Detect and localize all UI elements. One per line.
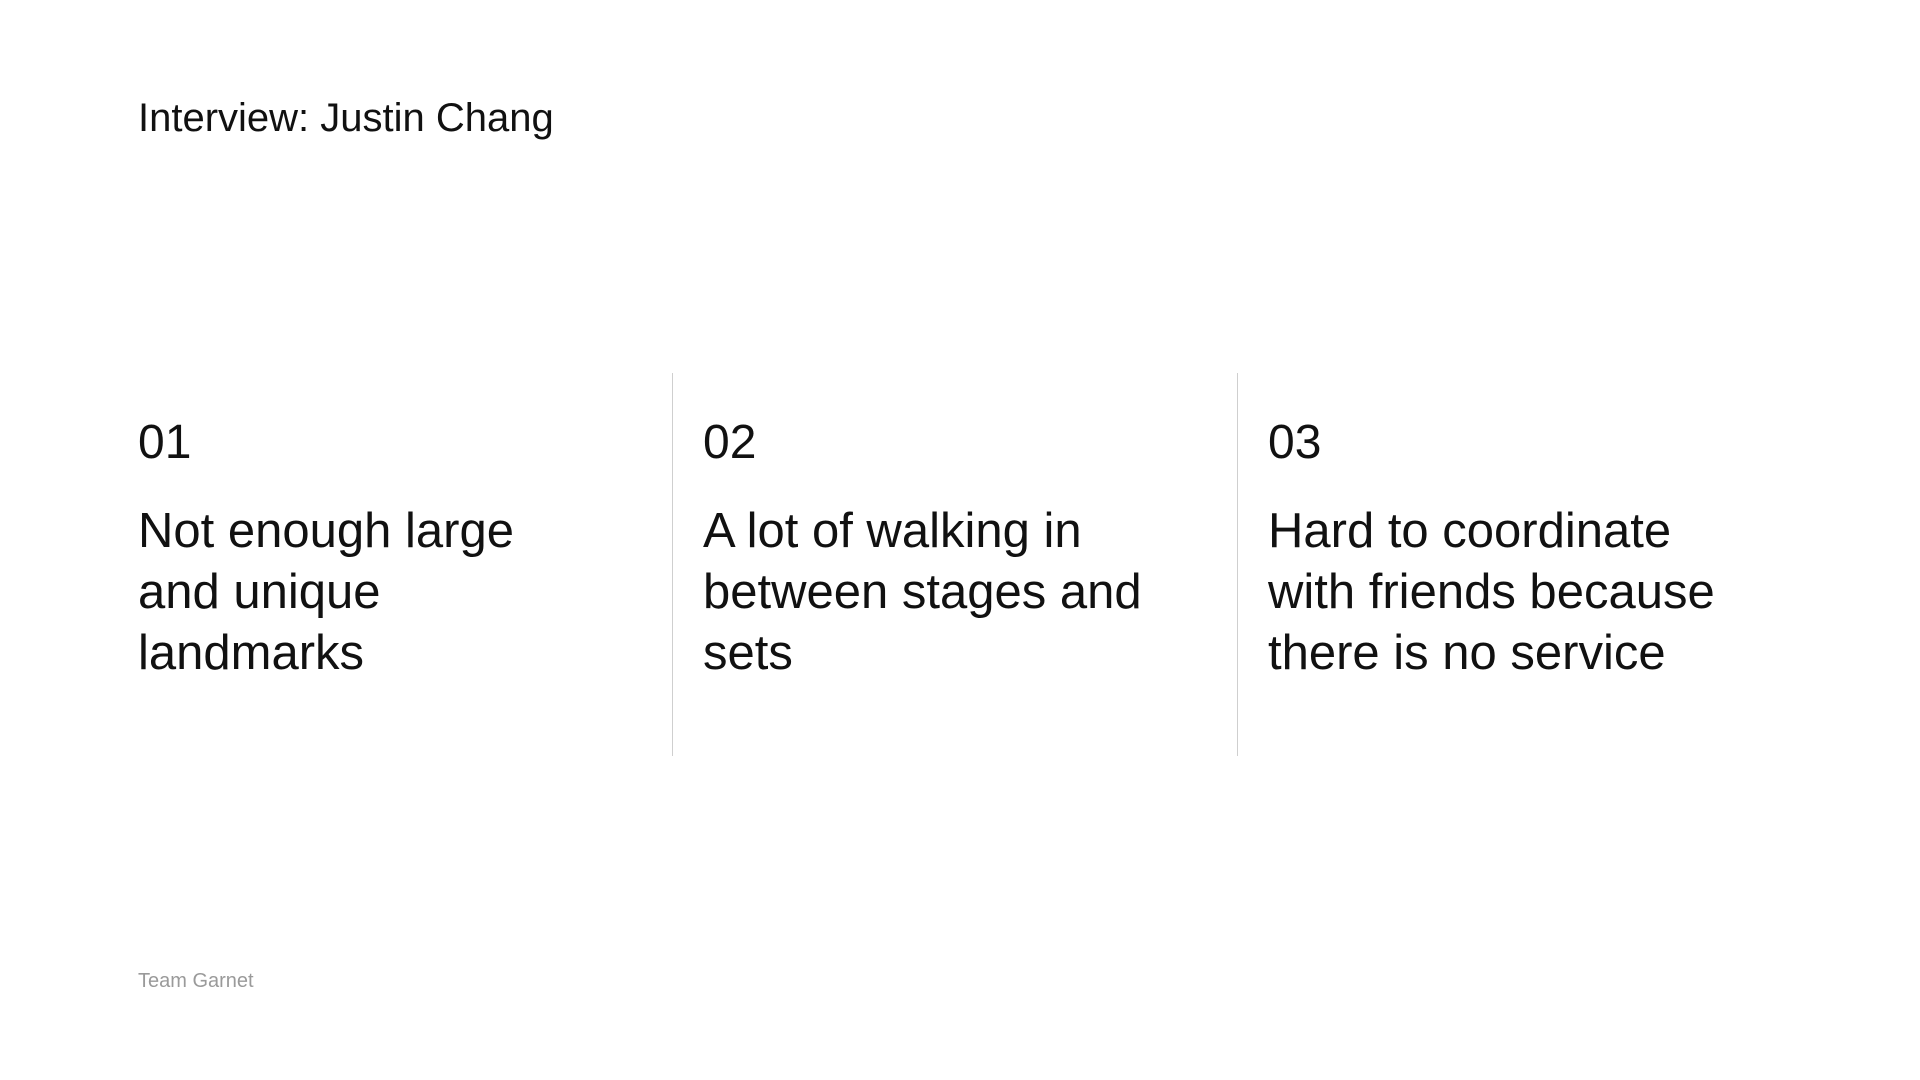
insight-column-2: 02 A lot of walking in between stages an… bbox=[703, 373, 1223, 756]
insight-columns: 01 Not enough large and unique landmarks… bbox=[0, 373, 1920, 756]
insight-number: 03 bbox=[1268, 416, 1322, 469]
footer-team-name: Team Garnet bbox=[138, 970, 254, 992]
insight-column-3: 03 Hard to coordinate with friends becau… bbox=[1268, 373, 1828, 756]
slide: Interview: Justin Chang 01 Not enough la… bbox=[0, 0, 1920, 1080]
insight-text: Hard to coordinate with friends because … bbox=[1268, 504, 1715, 680]
column-divider bbox=[672, 373, 673, 756]
slide-title: Interview: Justin Chang bbox=[138, 96, 554, 140]
column-divider bbox=[1237, 373, 1238, 756]
insight-number: 01 bbox=[138, 416, 192, 469]
insight-text: Not enough large and unique landmarks bbox=[138, 504, 514, 680]
insight-number: 02 bbox=[703, 416, 757, 469]
insight-text: A lot of walking in between stages and s… bbox=[703, 504, 1142, 680]
insight-column-1: 01 Not enough large and unique landmarks bbox=[138, 373, 658, 756]
